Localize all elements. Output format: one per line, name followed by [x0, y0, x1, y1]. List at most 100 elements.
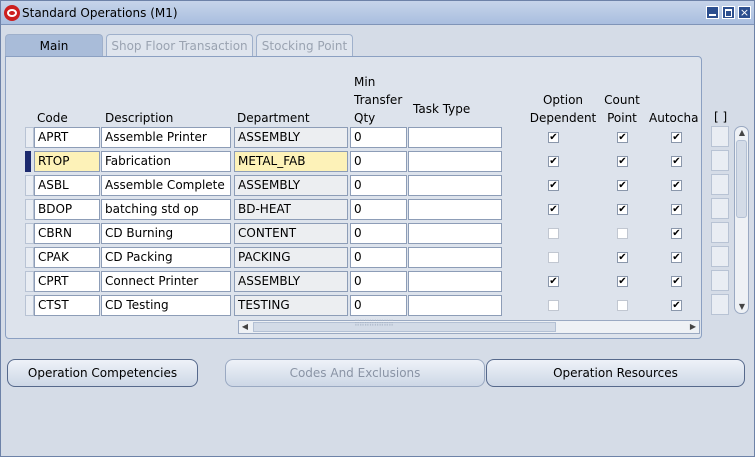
- autocharge-checkbox[interactable]: ✔: [671, 180, 682, 191]
- option-dependent-checkbox[interactable]: [548, 228, 559, 239]
- code-field[interactable]: CPAK: [34, 247, 100, 268]
- tab-stocking-point[interactable]: Stocking Point: [256, 34, 353, 56]
- horizontal-scroll-thumb[interactable]: [253, 319, 556, 332]
- min-transfer-qty-field[interactable]: 0: [350, 199, 407, 220]
- autocharge-checkbox[interactable]: ✔: [671, 300, 682, 311]
- tab-shop-floor-transaction[interactable]: Shop Floor Transaction: [106, 34, 253, 56]
- min-transfer-qty-field[interactable]: 0: [350, 151, 407, 172]
- scroll-down-icon[interactable]: ▼: [736, 301, 748, 313]
- department-field[interactable]: ASSEMBLY: [234, 127, 348, 148]
- min-transfer-qty-field[interactable]: 0: [350, 127, 407, 148]
- count-point-checkbox[interactable]: ✔: [617, 132, 628, 143]
- count-point-checkbox[interactable]: [617, 228, 628, 239]
- flex-field-cell[interactable]: [711, 246, 729, 267]
- option-dependent-checkbox[interactable]: ✔: [548, 132, 559, 143]
- department-field[interactable]: CONTENT: [234, 223, 348, 244]
- autocharge-checkbox[interactable]: ✔: [671, 276, 682, 287]
- task-type-field[interactable]: [408, 175, 502, 196]
- option-dependent-checkbox[interactable]: ✔: [548, 180, 559, 191]
- department-field[interactable]: BD-HEAT: [234, 199, 348, 220]
- row-selector[interactable]: [25, 175, 34, 196]
- close-button[interactable]: ×: [738, 6, 751, 19]
- description-field[interactable]: Assemble Printer: [101, 127, 231, 148]
- flex-field-cell[interactable]: [711, 174, 729, 195]
- description-field[interactable]: CD Burning: [101, 223, 231, 244]
- autocharge-checkbox[interactable]: ✔: [671, 156, 682, 167]
- code-field[interactable]: APRT: [34, 127, 100, 148]
- task-type-field[interactable]: [408, 127, 502, 148]
- codes-and-exclusions-button[interactable]: Codes And Exclusions: [225, 359, 485, 387]
- description-field[interactable]: CD Testing: [101, 295, 231, 316]
- scroll-left-icon[interactable]: ◀: [239, 321, 251, 333]
- option-dependent-checkbox[interactable]: [548, 252, 559, 263]
- flex-field-cell[interactable]: [711, 126, 729, 147]
- row-selector[interactable]: [25, 127, 34, 148]
- task-type-field[interactable]: [408, 151, 502, 172]
- standard-operations-window: Standard Operations (M1) × Main Shop Flo…: [0, 0, 755, 457]
- department-field[interactable]: METAL_FAB: [234, 151, 348, 172]
- task-type-field[interactable]: [408, 271, 502, 292]
- description-field[interactable]: Connect Printer: [101, 271, 231, 292]
- description-field[interactable]: Assemble Complete: [101, 175, 231, 196]
- department-field[interactable]: ASSEMBLY: [234, 271, 348, 292]
- code-field[interactable]: CTST: [34, 295, 100, 316]
- count-point-checkbox[interactable]: [617, 300, 628, 311]
- min-transfer-qty-field[interactable]: 0: [350, 247, 407, 268]
- vertical-scroll-thumb[interactable]: [736, 140, 747, 218]
- count-point-checkbox[interactable]: ✔: [617, 276, 628, 287]
- count-point-checkbox[interactable]: ✔: [617, 180, 628, 191]
- department-field[interactable]: TESTING: [234, 295, 348, 316]
- autocharge-checkbox[interactable]: ✔: [671, 228, 682, 239]
- header-option-dependent-1: Option: [542, 93, 584, 107]
- description-field[interactable]: Fabrication: [101, 151, 231, 172]
- count-point-checkbox[interactable]: ✔: [617, 156, 628, 167]
- code-field[interactable]: BDOP: [34, 199, 100, 220]
- option-dependent-checkbox[interactable]: ✔: [548, 204, 559, 215]
- row-selector[interactable]: [25, 199, 34, 220]
- min-transfer-qty-field[interactable]: 0: [350, 271, 407, 292]
- description-field[interactable]: batching std op: [101, 199, 231, 220]
- flex-field-cell[interactable]: [711, 294, 729, 315]
- operation-resources-button[interactable]: Operation Resources: [486, 359, 745, 387]
- task-type-field[interactable]: [408, 223, 502, 244]
- min-transfer-qty-field[interactable]: 0: [350, 295, 407, 316]
- row-selector[interactable]: [25, 271, 34, 292]
- row-selector[interactable]: [25, 151, 31, 172]
- task-type-field[interactable]: [408, 295, 502, 316]
- flex-field-cell[interactable]: [711, 270, 729, 291]
- maximize-button[interactable]: [722, 6, 735, 19]
- description-field[interactable]: CD Packing: [101, 247, 231, 268]
- vertical-scrollbar[interactable]: ▲ ▼: [734, 126, 749, 314]
- count-point-checkbox[interactable]: ✔: [617, 252, 628, 263]
- flex-field-cell[interactable]: [711, 222, 729, 243]
- option-dependent-checkbox[interactable]: [548, 300, 559, 311]
- row-selector[interactable]: [25, 223, 34, 244]
- code-field[interactable]: ASBL: [34, 175, 100, 196]
- task-type-field[interactable]: [408, 199, 502, 220]
- minimize-button[interactable]: [706, 6, 719, 19]
- operation-competencies-button[interactable]: Operation Competencies: [7, 359, 198, 387]
- code-field[interactable]: CBRN: [34, 223, 100, 244]
- flex-field-cell[interactable]: [711, 150, 729, 171]
- min-transfer-qty-field[interactable]: 0: [350, 175, 407, 196]
- option-dependent-checkbox[interactable]: ✔: [548, 156, 559, 167]
- autocharge-checkbox[interactable]: ✔: [671, 132, 682, 143]
- row-selector[interactable]: [25, 295, 34, 316]
- code-field[interactable]: RTOP: [34, 151, 100, 172]
- autocharge-checkbox[interactable]: ✔: [671, 252, 682, 263]
- min-transfer-qty-field[interactable]: 0: [350, 223, 407, 244]
- count-point-checkbox[interactable]: ✔: [617, 204, 628, 215]
- scroll-right-icon[interactable]: ▶: [687, 321, 699, 333]
- option-dependent-checkbox[interactable]: ✔: [548, 276, 559, 287]
- scroll-up-icon[interactable]: ▲: [736, 127, 748, 139]
- code-field[interactable]: CPRT: [34, 271, 100, 292]
- flex-field-cell[interactable]: [711, 198, 729, 219]
- row-selector[interactable]: [25, 247, 34, 268]
- task-type-field[interactable]: [408, 247, 502, 268]
- autocharge-checkbox[interactable]: ✔: [671, 204, 682, 215]
- department-field[interactable]: PACKING: [234, 247, 348, 268]
- department-field[interactable]: ASSEMBLY: [234, 175, 348, 196]
- horizontal-scrollbar[interactable]: ◀ ▶: [238, 319, 700, 334]
- tab-main[interactable]: Main: [5, 34, 103, 56]
- header-option-dependent-2: Dependent: [529, 111, 597, 125]
